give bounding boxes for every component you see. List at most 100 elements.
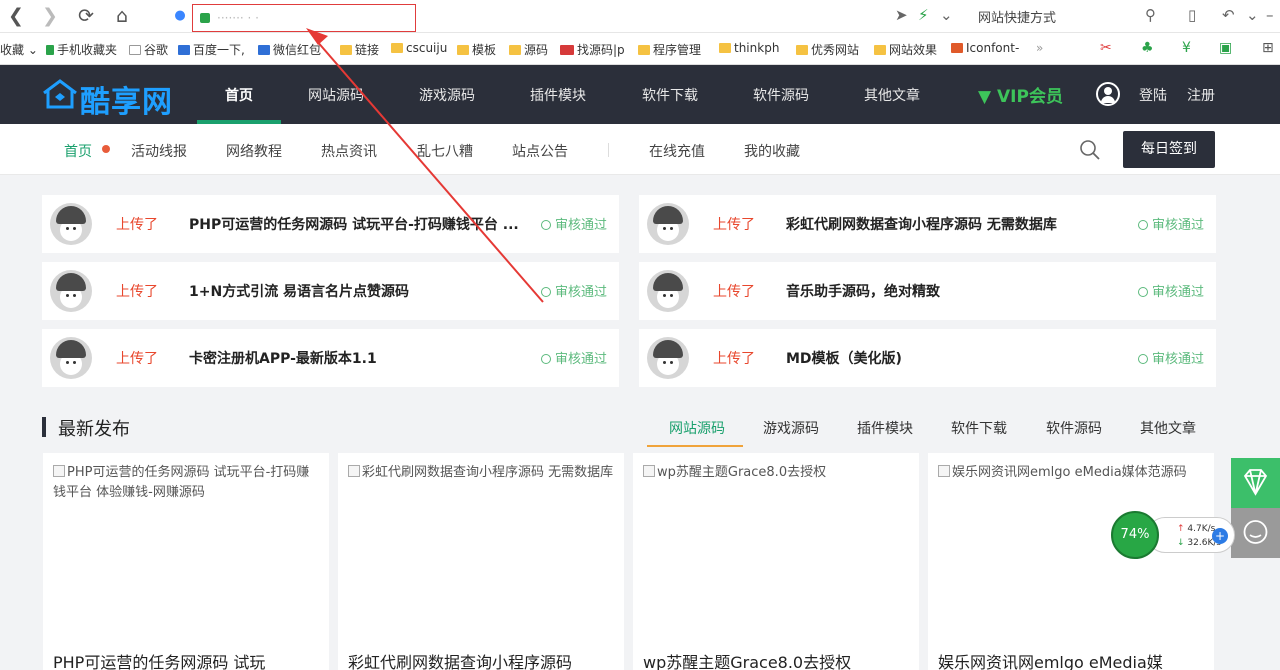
grid-icon[interactable]: ⊞ <box>1262 40 1274 56</box>
login-link[interactable]: 登陆 <box>1139 85 1167 105</box>
activity-item[interactable]: 上传了 MD模板（美化版) 审核通过 <box>639 329 1216 387</box>
clock-icon <box>1137 354 1148 364</box>
bookmark-folder[interactable]: 源码 <box>509 41 548 58</box>
tab-software-source[interactable]: 软件源码 <box>1046 418 1102 438</box>
undo-icon[interactable]: ↶ <box>1222 6 1235 24</box>
tab-software-download[interactable]: 软件下载 <box>951 418 1007 438</box>
post-card[interactable]: 娱乐网资讯网emlgo eMedia媒体范源码 娱乐网资讯网emlgo eMed… <box>928 453 1214 670</box>
post-image[interactable]: PHP可运营的任务网源码 试玩平台-打码赚钱平台 体验赚钱-网赚源码 <box>53 463 319 503</box>
bookmarks-bar: 收藏 ⌄ 手机收藏夹 谷歌 百度一下, 微信红包 链接 cscuiju 模板 源… <box>0 33 1280 65</box>
post-title[interactable]: wp苏醒主题Grace8.0去授权 <box>643 649 909 670</box>
folder-icon <box>509 45 521 55</box>
lightning-icon[interactable]: ⚡ <box>918 6 929 24</box>
more-bookmarks-icon[interactable]: » <box>1036 41 1043 55</box>
refresh-icon[interactable]: ⟳ <box>74 4 98 28</box>
share-icon[interactable]: ➤ <box>895 6 908 24</box>
vip-float-button[interactable] <box>1231 458 1280 508</box>
activity-item[interactable]: 上传了 彩虹代刷网数据查询小程序源码 无需数据库 审核通过 <box>639 195 1216 253</box>
bookmark-item[interactable]: 百度一下, <box>178 41 245 58</box>
shortcut-link[interactable]: 网站快捷方式 <box>978 7 1056 26</box>
plus-icon[interactable]: + <box>1212 528 1228 544</box>
nav-software-source[interactable]: 软件源码 <box>753 85 809 105</box>
post-title[interactable]: PHP可运营的任务网源码 试玩 <box>53 649 319 670</box>
subnav-home[interactable]: 首页 <box>64 141 92 161</box>
post-image[interactable]: wp苏醒主题Grace8.0去授权 <box>643 463 909 483</box>
post-title[interactable]: 彩虹代刷网数据查询小程序源码 <box>348 649 614 670</box>
tab-plugins[interactable]: 插件模块 <box>857 418 913 438</box>
bookmark-item[interactable]: 手机收藏夹 <box>46 41 117 58</box>
bookmark-item[interactable]: Iconfont- <box>951 41 1019 55</box>
address-bar[interactable]: ······· · · <box>192 4 416 32</box>
bookmark-folder[interactable]: cscuiju <box>391 41 447 55</box>
bookmark-folder[interactable]: 模板 <box>457 41 496 58</box>
nav-game-source[interactable]: 游戏源码 <box>419 85 475 105</box>
activity-action: 上传了 <box>713 284 755 300</box>
bookmark-folder[interactable]: 网站效果 <box>874 41 937 58</box>
bookmark-folder[interactable]: 链接 <box>340 41 379 58</box>
activity-title[interactable]: 彩虹代刷网数据查询小程序源码 无需数据库 <box>786 214 1116 234</box>
tab-game-source[interactable]: 游戏源码 <box>763 418 819 438</box>
tab-website-source[interactable]: 网站源码 <box>669 418 725 438</box>
status-badge: 审核通过 <box>540 281 607 300</box>
chevron-down-icon[interactable]: ⌄ <box>1246 6 1259 24</box>
activity-title[interactable]: PHP可运营的任务网源码 试玩平台-打码赚钱平台 ... <box>189 214 519 234</box>
subnav-activity[interactable]: 活动线报 <box>131 141 187 161</box>
post-image[interactable]: 娱乐网资讯网emlgo eMedia媒体范源码 <box>938 463 1204 483</box>
activity-item[interactable]: 上传了 1+N方式引流 易语言名片点赞源码 审核通过 <box>42 262 619 320</box>
post-card[interactable]: wp苏醒主题Grace8.0去授权 wp苏醒主题Grace8.0去授权 <box>633 453 919 670</box>
nav-plugins[interactable]: 插件模块 <box>530 85 586 105</box>
bookmark-item[interactable]: 找源码|p <box>560 41 625 58</box>
minimize-icon[interactable]: – <box>1266 6 1274 24</box>
translate-icon[interactable]: ♣ <box>1141 40 1154 56</box>
subnav-announcements[interactable]: 站点公告 <box>512 141 568 161</box>
bookmark-item[interactable]: 谷歌 <box>129 41 168 58</box>
activity-item[interactable]: 上传了 音乐助手源码，绝对精致 审核通过 <box>639 262 1216 320</box>
site-info-icon[interactable]: ● <box>168 4 192 28</box>
network-speed-widget[interactable]: ↑ 4.7K/s ↓ 32.6K/s + 74% <box>1111 511 1237 561</box>
subnav-hot-news[interactable]: 热点资讯 <box>321 141 377 161</box>
forward-icon[interactable]: ❯ <box>38 4 62 28</box>
bookmark-folder[interactable]: 优秀网站 <box>796 41 859 58</box>
register-link[interactable]: 注册 <box>1187 85 1215 105</box>
activity-title[interactable]: 卡密注册机APP-最新版本1.1 <box>189 348 519 368</box>
search-icon[interactable] <box>1079 139 1101 161</box>
subnav-misc[interactable]: 乱七八糟 <box>417 141 473 161</box>
search-icon[interactable]: ⚲ <box>1145 6 1156 24</box>
tab-other-articles[interactable]: 其他文章 <box>1140 418 1196 438</box>
section-title: 最新发布 <box>58 419 130 440</box>
nav-website-source[interactable]: 网站源码 <box>308 85 364 105</box>
bookmark-folder[interactable]: 程序管理 <box>638 41 701 58</box>
activity-item[interactable]: 上传了 卡密注册机APP-最新版本1.1 审核通过 <box>42 329 619 387</box>
home-icon[interactable]: ⌂ <box>110 4 134 28</box>
nav-software-download[interactable]: 软件下载 <box>642 85 698 105</box>
post-title[interactable]: 娱乐网资讯网emlgo eMedia媒 <box>938 649 1204 670</box>
user-icon[interactable] <box>1096 82 1120 106</box>
daily-signin-button[interactable]: 每日签到 <box>1123 131 1215 168</box>
vip-link[interactable]: ▼ VIP会员 <box>978 82 1063 107</box>
activity-title[interactable]: 音乐助手源码，绝对精致 <box>786 281 1116 301</box>
subnav-tutorials[interactable]: 网络教程 <box>226 141 282 161</box>
iconfont-icon <box>951 43 963 53</box>
bookmark-favorites[interactable]: 收藏 ⌄ <box>0 41 38 58</box>
subnav-favorites[interactable]: 我的收藏 <box>744 141 800 161</box>
chat-float-button[interactable] <box>1231 508 1280 558</box>
bookmark-item[interactable]: 微信红包 <box>258 41 321 58</box>
post-card[interactable]: 彩虹代刷网数据查询小程序源码 无需数据库 彩虹代刷网数据查询小程序源码 <box>338 453 624 670</box>
chevron-down-icon[interactable]: ⌄ <box>940 6 953 24</box>
money-icon[interactable]: ¥ <box>1182 40 1191 56</box>
game-icon[interactable]: ▣ <box>1219 40 1232 56</box>
bookmark-folder[interactable]: thinkph <box>719 41 779 55</box>
nav-other-articles[interactable]: 其他文章 <box>864 85 920 105</box>
phone-icon[interactable]: ▯ <box>1188 6 1196 24</box>
activity-title[interactable]: MD模板（美化版) <box>786 348 1116 368</box>
nav-home[interactable]: 首页 <box>225 85 253 105</box>
subnav-recharge[interactable]: 在线充值 <box>649 141 705 161</box>
back-icon[interactable]: ❮ <box>4 4 28 28</box>
scissors-icon[interactable]: ✂ <box>1100 40 1112 56</box>
bookmark-label: 百度一下, <box>193 43 245 57</box>
folder-icon <box>719 43 731 53</box>
activity-title[interactable]: 1+N方式引流 易语言名片点赞源码 <box>189 281 519 301</box>
activity-item[interactable]: 上传了 PHP可运营的任务网源码 试玩平台-打码赚钱平台 ... 审核通过 <box>42 195 619 253</box>
post-image[interactable]: 彩虹代刷网数据查询小程序源码 无需数据库 <box>348 463 614 483</box>
post-card[interactable]: PHP可运营的任务网源码 试玩平台-打码赚钱平台 体验赚钱-网赚源码 PHP可运… <box>43 453 329 670</box>
